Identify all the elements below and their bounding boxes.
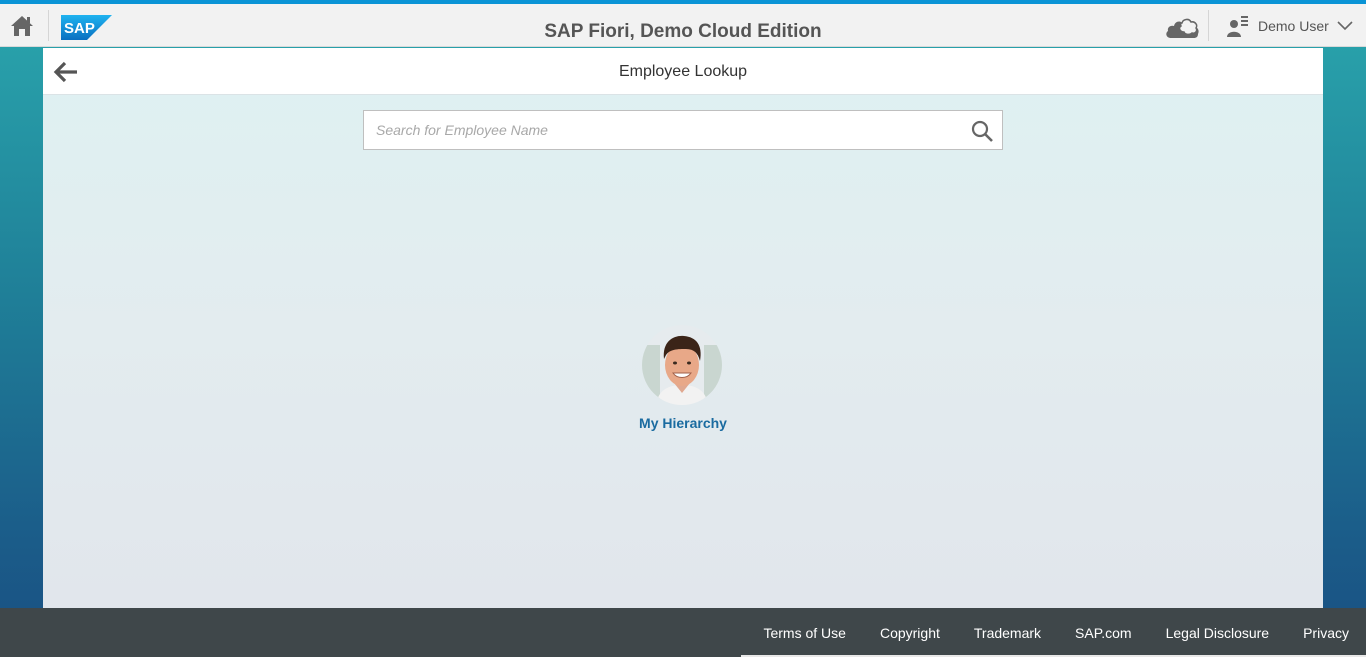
page-header: Employee Lookup bbox=[43, 48, 1323, 95]
footer-link-legal-disclosure[interactable]: Legal Disclosure bbox=[1166, 625, 1270, 641]
footer-links: Terms of Use Copyright Trademark SAP.com… bbox=[729, 608, 1366, 657]
search-icon bbox=[971, 120, 993, 142]
search-button[interactable] bbox=[970, 119, 994, 143]
header-separator bbox=[1208, 10, 1209, 41]
app-container: Employee Lookup My Hi bbox=[43, 48, 1323, 608]
arrow-left-icon bbox=[53, 61, 77, 83]
footer-link-terms[interactable]: Terms of Use bbox=[763, 625, 845, 641]
avatar bbox=[642, 325, 722, 405]
cloud-icon bbox=[1166, 18, 1199, 38]
shell-header: SAP SAP Fiori, Demo Cloud Edition Demo U… bbox=[0, 4, 1366, 47]
cloud-button[interactable] bbox=[1165, 14, 1201, 40]
search-field bbox=[363, 110, 1003, 150]
chevron-down-icon bbox=[1337, 21, 1353, 31]
user-menu[interactable]: Demo User bbox=[1226, 12, 1353, 40]
footer-link-trademark[interactable]: Trademark bbox=[974, 625, 1041, 641]
user-icon bbox=[1227, 16, 1248, 37]
search-input[interactable] bbox=[364, 111, 954, 149]
footer-link-privacy[interactable]: Privacy bbox=[1303, 625, 1349, 641]
footer-link-copyright[interactable]: Copyright bbox=[880, 625, 940, 641]
my-hierarchy-label: My Hierarchy bbox=[639, 415, 727, 431]
my-hierarchy-tile[interactable]: My Hierarchy bbox=[623, 323, 743, 438]
page-title: Employee Lookup bbox=[618, 63, 748, 80]
user-name: Demo User bbox=[1258, 18, 1329, 34]
footer-link-sap-com[interactable]: SAP.com bbox=[1075, 625, 1132, 641]
svg-text:SAP: SAP bbox=[64, 20, 95, 37]
home-icon bbox=[11, 16, 33, 36]
back-button[interactable] bbox=[53, 60, 79, 84]
sap-logo: SAP bbox=[61, 15, 112, 40]
home-button[interactable] bbox=[8, 12, 36, 40]
shell-title: SAP Fiori, Demo Cloud Edition bbox=[544, 21, 822, 42]
footer: Terms of Use Copyright Trademark SAP.com… bbox=[0, 608, 1366, 657]
header-separator bbox=[48, 10, 49, 41]
